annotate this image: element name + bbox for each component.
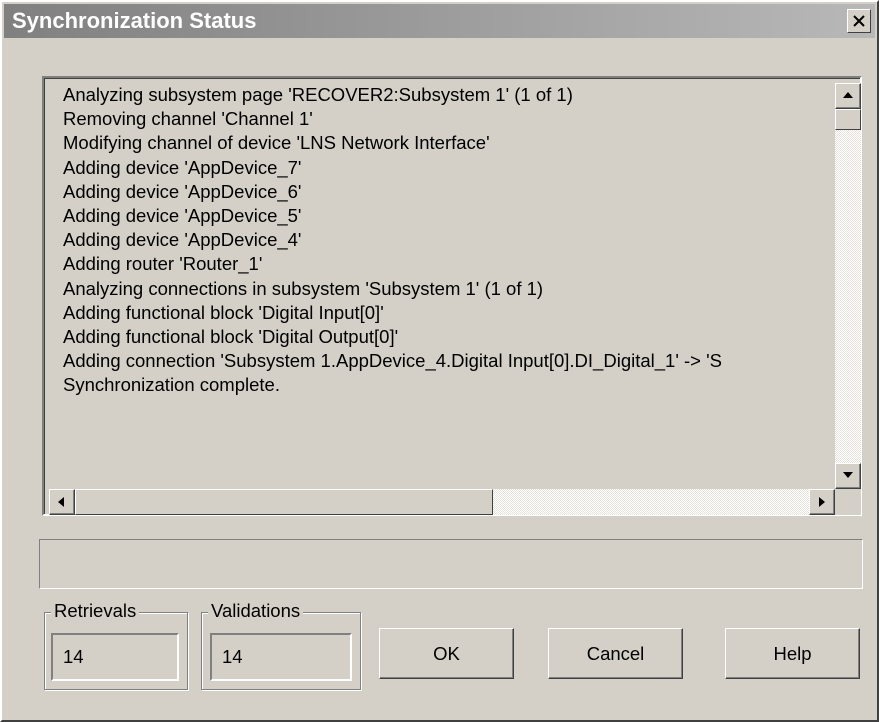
- log-line: Adding device 'AppDevice_5': [63, 205, 302, 227]
- validations-count-field: 14: [210, 633, 352, 681]
- progress-status-field: [39, 539, 863, 589]
- log-line: Analyzing connections in subsystem 'Subs…: [63, 277, 544, 299]
- log-line: Synchronization complete.: [63, 374, 280, 396]
- log-line: Removing channel 'Channel 1': [63, 108, 313, 130]
- horizontal-scrollbar[interactable]: [49, 489, 835, 515]
- sync-log-inner: Analyzing subsystem page 'RECOVER2:Subsy…: [44, 78, 861, 515]
- log-line: Adding connection 'Subsystem 1.AppDevice…: [63, 350, 722, 372]
- log-line: Adding functional block 'Digital Input[0…: [63, 301, 384, 323]
- scroll-left-button[interactable]: [49, 489, 75, 515]
- log-line: Analyzing subsystem page 'RECOVER2:Subsy…: [63, 84, 573, 105]
- arrow-left-icon: [58, 497, 64, 507]
- retrievals-group: Retrievals 14: [44, 600, 188, 690]
- log-line: Adding router 'Router_1': [63, 253, 263, 275]
- arrow-down-icon: [843, 472, 853, 478]
- log-line: Adding device 'AppDevice_6': [63, 180, 302, 202]
- close-button[interactable]: [847, 9, 871, 33]
- validations-label: Validations: [208, 600, 304, 622]
- arrow-right-icon: [819, 497, 825, 507]
- window-title: Synchronization Status: [12, 8, 257, 33]
- log-line: Modifying channel of device 'LNS Network…: [63, 132, 490, 154]
- log-line: Adding functional block 'Digital Output[…: [63, 326, 399, 348]
- synchronization-status-dialog: Synchronization Status Analyzing subsyst…: [0, 0, 879, 722]
- log-line: Adding device 'AppDevice_7': [63, 156, 302, 178]
- scroll-corner: [835, 489, 861, 515]
- help-button[interactable]: Help: [725, 628, 860, 679]
- close-x-icon: [853, 15, 865, 27]
- cancel-button[interactable]: Cancel: [548, 628, 683, 679]
- retrievals-label: Retrievals: [51, 600, 140, 622]
- validations-count: 14: [222, 646, 243, 667]
- log-line: Adding device 'AppDevice_4': [63, 229, 302, 251]
- title-bar[interactable]: Synchronization Status: [4, 4, 875, 38]
- sync-log-listbox[interactable]: Analyzing subsystem page 'RECOVER2:Subsy…: [42, 76, 862, 516]
- scroll-right-button[interactable]: [809, 489, 835, 515]
- retrievals-count-field: 14: [51, 633, 179, 681]
- sync-log-lines: Analyzing subsystem page 'RECOVER2:Subsy…: [63, 83, 833, 485]
- vertical-scroll-thumb[interactable]: [835, 109, 861, 130]
- retrievals-count: 14: [63, 646, 84, 667]
- scroll-up-button[interactable]: [835, 83, 861, 109]
- ok-button[interactable]: OK: [379, 628, 514, 679]
- vertical-scrollbar[interactable]: [835, 83, 861, 489]
- arrow-up-icon: [843, 92, 853, 98]
- horizontal-scroll-thumb[interactable]: [75, 489, 493, 515]
- scroll-down-button[interactable]: [835, 463, 861, 489]
- validations-group: Validations 14: [201, 600, 361, 690]
